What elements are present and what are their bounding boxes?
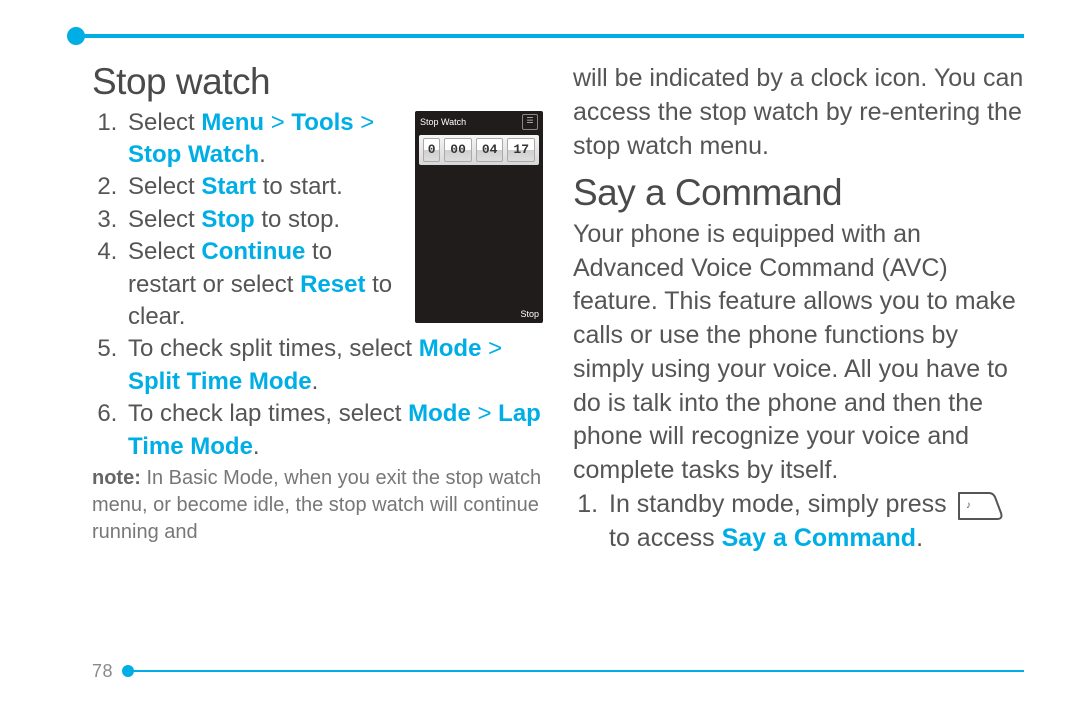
phone-title: Stop Watch (420, 116, 466, 128)
say-a-command-body: Your phone is equipped with an Advanced … (573, 218, 1024, 488)
columns: Stop watch Stop Watch ☰ 0 00 04 17 Stop (92, 62, 1024, 644)
say-a-command-heading: Say a Command (573, 173, 1024, 214)
sac-steps: In standby mode, simply press ♪ to acces… (573, 488, 1024, 556)
top-rule (74, 34, 1024, 38)
t: > (264, 109, 291, 136)
kw-mode: Mode (408, 400, 471, 427)
step-6: To check lap times, select Mode > Lap Ti… (124, 398, 543, 463)
stopwatch-note-cont: will be indicated by a clock icon. You c… (573, 62, 1024, 163)
t: . (259, 141, 266, 168)
t: . (312, 368, 319, 395)
t: To check lap times, select (128, 400, 408, 427)
t: Select (128, 173, 201, 200)
top-rule-dot (67, 27, 85, 45)
t: . (916, 524, 923, 552)
t: to stop. (255, 206, 340, 233)
left-column: Stop watch Stop Watch ☰ 0 00 04 17 Stop (92, 62, 543, 644)
kw-tools: Tools (291, 109, 353, 136)
kw-menu: Menu (201, 109, 264, 136)
digit-1: 00 (444, 138, 472, 162)
t: > (481, 335, 502, 362)
t: Select (128, 109, 201, 136)
digit-2: 04 (476, 138, 504, 162)
kw-continue: Continue (201, 238, 305, 265)
phone-softkey-stop: Stop (415, 306, 543, 323)
phone-time-row: 0 00 04 17 (419, 135, 539, 165)
t: to access (609, 524, 722, 552)
page-number: 78 (92, 661, 113, 682)
t: In standby mode, simply press (609, 490, 947, 518)
step-5: To check split times, select Mode > Spli… (124, 333, 543, 398)
mode-icon: ☰ (522, 114, 538, 130)
digit-3: 17 (507, 138, 535, 162)
kw-say-a-command: Say a Command (722, 524, 917, 552)
stopwatch-heading: Stop watch (92, 62, 543, 103)
note-label: note: (92, 467, 141, 489)
right-column: will be indicated by a clock icon. You c… (573, 62, 1024, 644)
manual-page: Stop watch Stop Watch ☰ 0 00 04 17 Stop (0, 0, 1080, 704)
t: > (354, 109, 375, 136)
sac-step-1: In standby mode, simply press ♪ to acces… (605, 488, 1024, 556)
kw-stopwatch: Stop Watch (128, 141, 259, 168)
voice-key-icon: ♪ (957, 491, 1003, 521)
t: To check split times, select (128, 335, 419, 362)
note-text: In Basic Mode, when you exit the stop wa… (92, 467, 541, 543)
kw-stop: Stop (201, 206, 254, 233)
bottom-rule (130, 670, 1024, 672)
kw-mode: Mode (419, 335, 482, 362)
kw-split-time-mode: Split Time Mode (128, 368, 312, 395)
t: . (253, 433, 260, 460)
t: Select (128, 206, 201, 233)
digit-0: 0 (423, 138, 440, 162)
t: > (471, 400, 498, 427)
kw-start: Start (201, 173, 256, 200)
stopwatch-screenshot: Stop Watch ☰ 0 00 04 17 Stop (415, 111, 543, 323)
stopwatch-note: note: In Basic Mode, when you exit the s… (92, 465, 543, 546)
step-2: Select Start to start. (124, 171, 438, 203)
step-1: Select Menu > Tools > Stop Watch. (124, 107, 438, 172)
phone-body (415, 167, 543, 306)
t: Select (128, 238, 201, 265)
t: to start. (256, 173, 343, 200)
svg-text:♪: ♪ (966, 500, 971, 511)
phone-title-bar: Stop Watch ☰ (415, 111, 543, 133)
kw-reset: Reset (300, 271, 365, 298)
